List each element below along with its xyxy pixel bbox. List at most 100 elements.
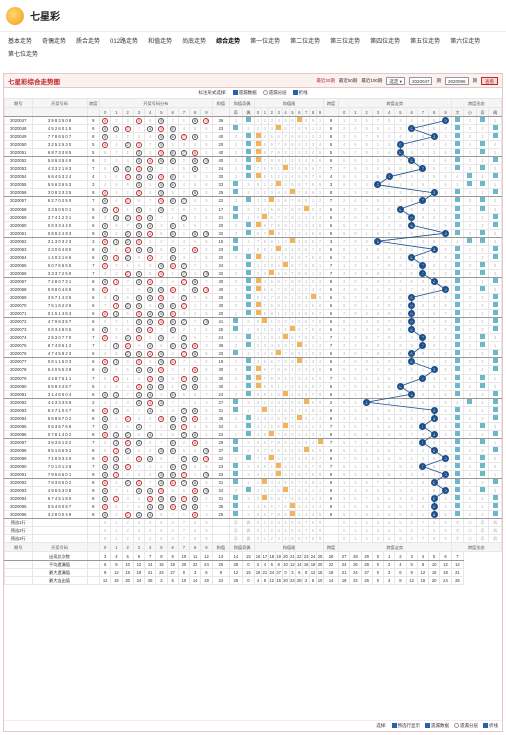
sum-cell: 35 — [211, 502, 231, 512]
recent30-link[interactable]: 最近30期 — [316, 78, 335, 84]
checkbox-icon[interactable] — [262, 90, 268, 96]
numbers-cell: 4 9 5 5 3 0 8 — [31, 486, 88, 496]
dist-cell: 6 — [200, 180, 213, 190]
checkbox-icon[interactable] — [425, 723, 430, 729]
kd-trend-cell: 5 — [383, 156, 396, 166]
kd-form-cell — [488, 510, 502, 520]
tail-cell: 7 — [288, 486, 297, 496]
nav-item[interactable]: 第一位走势 — [250, 36, 280, 45]
nav-item[interactable]: 质合走势 — [76, 36, 100, 45]
kd-form-cell: 3 — [488, 196, 502, 206]
number-ball: 1 — [113, 431, 120, 438]
tail-cell: 4 — [281, 470, 290, 480]
dist-cell: 5 — [155, 148, 168, 158]
footer-option[interactable]: 遗漏分层 — [454, 723, 478, 729]
from-issue-input[interactable]: 2020047 — [408, 76, 433, 85]
dist-cell: 3 — [132, 148, 146, 158]
stats-header: 2 — [121, 542, 134, 553]
kd-trend-cell: 9 — [439, 228, 452, 238]
tail-cell: 8 — [288, 421, 297, 431]
dist-cell: 6 — [121, 180, 134, 190]
kd-trend-cell: 3 — [416, 236, 430, 246]
display-option[interactable]: 遗漏数据 — [232, 90, 257, 96]
kd-trend-cell: 8 — [416, 276, 430, 286]
footer-option[interactable]: 预选行显示 — [391, 723, 420, 729]
kd-form-cell: 2 — [475, 124, 490, 134]
nav-item[interactable]: 尚底走势 — [182, 36, 206, 45]
nav-item[interactable]: 综合走势 — [216, 36, 240, 45]
predict-cell: 4 — [383, 518, 396, 528]
number-ball: 4 — [147, 496, 154, 502]
footer-option[interactable]: 遗漏数据 — [425, 723, 449, 729]
sum-even-cell: 1 — [241, 405, 256, 415]
sum-even-cell — [241, 301, 256, 311]
number-ball: 5 — [158, 142, 165, 148]
query-button[interactable]: 查看 — [481, 76, 498, 85]
footer-option[interactable]: 折线 — [483, 723, 498, 729]
stats-cell: 12 — [110, 567, 123, 577]
number-ball: 4 — [147, 166, 154, 172]
dist-cell: 7 — [177, 421, 191, 431]
stats-label: 最大连出值 — [31, 575, 88, 585]
predict-row[interactable]: 预选2行 0 1 2 3 4 5 6 7 8 9 奇偶 0 1 2 3 4 5 6 7 8 9 0 1 2 3 4 5 6 7 8 9 大小奇偶 — [4, 526, 502, 536]
kd-trend-cell: 1 — [428, 349, 441, 359]
predict-row[interactable]: 预选1行 0 1 2 3 4 5 6 7 8 9 奇偶 0 1 2 3 4 5 6 7 8 9 0 1 2 3 4 5 6 7 8 9 大小奇偶 — [4, 518, 502, 528]
parity-marker — [233, 326, 239, 332]
recent50-link[interactable]: 最近50期 — [339, 78, 358, 84]
dist-cell: 7 — [177, 148, 191, 158]
checkbox-icon[interactable] — [483, 723, 488, 729]
nav-item[interactable]: 第三位走势 — [330, 36, 360, 45]
nav-item[interactable]: 奇偶走势 — [42, 36, 66, 45]
kd-trend-cell: 8 — [371, 341, 385, 351]
tail-cell: 8 — [267, 445, 276, 455]
nav-item[interactable]: 第六位走势 — [450, 36, 480, 45]
nav-item[interactable]: 和值走势 — [148, 36, 172, 45]
kd-trend-cell: 6 — [383, 453, 396, 464]
kd-trend-cell: 2 — [371, 148, 385, 158]
parity-marker — [245, 165, 251, 171]
kd-trend-cell: 7 — [394, 301, 407, 311]
kd-trend-cell: 1 — [405, 164, 418, 174]
issue-cell: 2020058 — [4, 204, 33, 214]
kd-trend-cell: 8 — [383, 180, 396, 190]
checkbox-icon[interactable] — [292, 90, 298, 96]
kd-form-cell: 1 — [463, 470, 477, 480]
nav-item[interactable]: 第五位走势 — [410, 36, 440, 45]
nav-item[interactable]: 基本走势 — [8, 36, 32, 45]
kd-trend-cell: 4 — [405, 188, 418, 198]
display-option[interactable]: 折线 — [292, 90, 308, 96]
tail-cell: 9 — [295, 421, 304, 431]
nav-item[interactable]: 第四位走势 — [370, 36, 400, 45]
kd-trend-cell: 2 — [428, 357, 441, 367]
number-ball: 4 — [147, 327, 154, 333]
kd-trend-cell: 9 — [439, 453, 452, 464]
number-ball: 3 — [135, 391, 142, 398]
checkbox-icon[interactable] — [454, 723, 459, 729]
dist-cell: 0 — [99, 502, 112, 512]
number-ball: 7 — [180, 383, 187, 390]
nav-item[interactable]: 第七位走势 — [8, 49, 38, 58]
numbers-cell: 6 6 4 5 3 2 4 — [31, 172, 88, 182]
checkbox-icon[interactable] — [391, 723, 397, 729]
span-cell: 9 — [86, 470, 101, 480]
tail-marker — [303, 206, 309, 211]
recent100-link[interactable]: 最近100期 — [361, 78, 382, 84]
tail-cell: 3 — [274, 325, 283, 335]
nav-item[interactable]: 012路走势 — [110, 36, 138, 45]
checkbox-icon[interactable] — [232, 90, 238, 96]
range-select[interactable]: 选定 ▾ — [386, 76, 405, 85]
table-row: 2020094 6 7 4 5 1 8 0 8 0 1 4 5 4 5 6 7 8 4 31 3 3 5 6 7 8 9… — [4, 494, 502, 504]
display-option[interactable]: 遗漏分层 — [262, 90, 287, 96]
tail-cell: 6 — [309, 381, 317, 391]
kd-trend-cell: 9 — [439, 397, 452, 407]
to-issue-input[interactable]: 2020096 — [444, 76, 469, 85]
parity-marker — [233, 125, 239, 131]
issue-cell: 2020082 — [4, 397, 33, 407]
kd-trend-cell: 7 — [383, 389, 396, 399]
stats-cell: 21 — [144, 567, 157, 577]
tail-cell: 8 — [267, 373, 276, 383]
predict-cell: 1 — [261, 526, 269, 536]
tail-cell — [281, 164, 290, 174]
nav-item[interactable]: 第二位走势 — [290, 36, 320, 45]
predict-row[interactable]: 预选3行 0 1 2 3 4 5 6 7 8 9 奇偶 0 1 2 3 4 5 6 7 8 9 0 1 2 3 4 5 6 7 8 9 大小奇偶 — [4, 534, 502, 544]
